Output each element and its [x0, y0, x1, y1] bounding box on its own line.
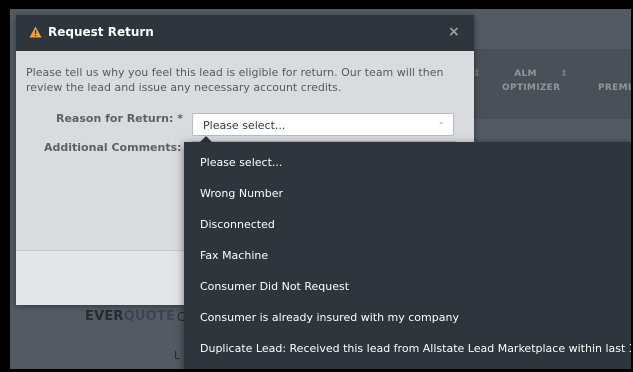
- sort-icon[interactable]: ⇕: [473, 69, 481, 79]
- footer-text-fragment: L: [174, 349, 181, 362]
- dropdown-option-wrong-number[interactable]: Wrong Number: [200, 187, 283, 200]
- chevron-down-icon: ⌄: [437, 117, 445, 127]
- logo-part-ever: EVER: [85, 309, 124, 324]
- dropdown-option-already-insured[interactable]: Consumer is already insured with my comp…: [200, 311, 459, 324]
- column-header-alm-optimizer[interactable]: ALM ⇕ OPTIMIZER: [502, 67, 568, 95]
- everquote-logo: EVERQUOTE: [85, 309, 175, 324]
- screen-frame: ⇕ ALM ⇕ OPTIMIZER PREMI EVERQUOTE C L Re…: [10, 9, 631, 369]
- logo-part-quote: QUOTE: [123, 309, 176, 324]
- close-icon[interactable]: ×: [448, 24, 460, 40]
- dropdown-option-please-select[interactable]: Please select...: [200, 156, 282, 169]
- dropdown-option-duplicate-lead[interactable]: Duplicate Lead: Received this lead from …: [200, 342, 631, 355]
- modal-title: Request Return: [48, 25, 154, 39]
- column-header-premium[interactable]: PREMI: [598, 81, 631, 95]
- additional-comments-label: Additional Comments:: [44, 141, 182, 154]
- dropdown-option-consumer-did-not-request[interactable]: Consumer Did Not Request: [200, 280, 349, 293]
- dropdown-option-fax-machine[interactable]: Fax Machine: [200, 249, 268, 262]
- modal-description: Please tell us why you feel this lead is…: [26, 66, 444, 94]
- column-header-alm-line1: ALM: [514, 69, 537, 79]
- reason-for-return-label: Reason for Return: *: [56, 112, 183, 125]
- modal-header: Request Return ×: [16, 15, 474, 51]
- sort-icon[interactable]: ⇕: [560, 69, 568, 79]
- reason-for-return-select[interactable]: Please select... ⌄: [192, 113, 454, 136]
- column-header-alm-line2: OPTIMIZER: [502, 83, 561, 93]
- warning-triangle-icon: [29, 26, 42, 38]
- dropdown-option-disconnected[interactable]: Disconnected: [200, 218, 275, 231]
- reason-dropdown-menu: Please select... Wrong Number Disconnect…: [184, 142, 631, 369]
- select-current-value: Please select...: [203, 119, 286, 132]
